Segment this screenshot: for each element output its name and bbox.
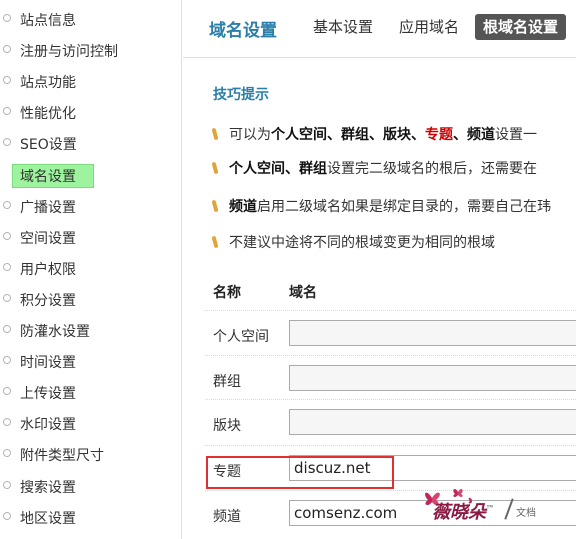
table-row: 频道 bbox=[205, 494, 576, 538]
sidebar-item-label: 广播设置 bbox=[20, 199, 76, 216]
sidebar-item[interactable]: 空间设置 bbox=[0, 226, 182, 250]
table-row: 版块 bbox=[205, 403, 576, 447]
tab-basic-settings[interactable]: 基本设置 bbox=[313, 14, 373, 40]
bullet-icon bbox=[3, 14, 11, 22]
tips-title: 技巧提示 bbox=[213, 87, 269, 103]
sidebar-item[interactable]: 上传设置 bbox=[0, 381, 182, 405]
tip-bullet-icon bbox=[211, 161, 219, 175]
bullet-icon bbox=[3, 45, 11, 54]
sidebar-item-label: 空间设置 bbox=[20, 230, 76, 247]
tip-item: 个人空间、群组设置完二级域名的根后，还需要在 bbox=[211, 158, 537, 180]
bullet-icon bbox=[3, 138, 11, 147]
domain-input[interactable] bbox=[289, 365, 576, 391]
sidebar-item[interactable]: 站点功能 bbox=[0, 70, 182, 94]
tip-text: 、 bbox=[453, 127, 467, 143]
sidebar-item-label: 时间设置 bbox=[20, 355, 76, 372]
sidebar-item-label: 域名设置 bbox=[20, 168, 76, 185]
sidebar-item-label: 站点信息 bbox=[20, 13, 76, 29]
sidebar-item[interactable]: 时间设置 bbox=[0, 350, 182, 374]
domain-input[interactable] bbox=[289, 409, 576, 435]
tip-text: 个人空间、群组 bbox=[229, 161, 327, 177]
bullet-icon bbox=[3, 76, 11, 85]
sidebar-item-label: 性能优化 bbox=[20, 106, 76, 123]
sidebar-item-label: 上传设置 bbox=[20, 386, 76, 403]
bullet-icon bbox=[3, 511, 11, 520]
sidebar-item[interactable]: 用户权限 bbox=[0, 257, 182, 281]
sidebar-item-label: 站点功能 bbox=[20, 75, 76, 92]
sidebar-item-label: 地区设置 bbox=[20, 510, 76, 527]
sidebar-item-label: SEO设置 bbox=[20, 137, 77, 154]
row-divider bbox=[205, 490, 576, 491]
field-label: 频道 bbox=[213, 509, 241, 525]
tip-bullet-icon bbox=[211, 199, 219, 213]
table-header: 名称 域名 bbox=[213, 282, 317, 302]
tab-bar: 域名设置 基本设置 应用域名 根域名设置 bbox=[183, 0, 576, 58]
tip-text: 启用二级域名如果是绑定目录的，需要自己在玮 bbox=[257, 199, 551, 215]
sidebar-item[interactable]: 附件类型尺寸 bbox=[0, 443, 182, 467]
tip-text: 设置完二级域名的根后，还需要在 bbox=[327, 161, 537, 177]
bullet-icon bbox=[3, 449, 11, 458]
tip-text: 频道 bbox=[229, 199, 257, 215]
sidebar-item[interactable]: 防灌水设置 bbox=[0, 319, 182, 343]
domain-input[interactable] bbox=[289, 320, 576, 346]
sidebar-item-label: 注册与访问控制 bbox=[20, 44, 118, 61]
tip-text: 可以为 bbox=[229, 127, 271, 143]
sidebar-item-label: 用户权限 bbox=[20, 261, 76, 278]
sidebar-item[interactable]: 域名设置 bbox=[0, 163, 182, 188]
tip-bullet-icon bbox=[211, 127, 219, 141]
tab-app-domain[interactable]: 应用域名 bbox=[399, 14, 459, 40]
bullet-icon bbox=[3, 418, 11, 427]
bullet-icon bbox=[3, 200, 11, 209]
sidebar-item-label: 防灌水设置 bbox=[20, 324, 90, 340]
page-title: 域名设置 bbox=[209, 21, 277, 41]
bullet-icon bbox=[3, 325, 11, 333]
sidebar-item-label: 搜索设置 bbox=[20, 479, 76, 496]
column-header-name: 名称 bbox=[213, 285, 241, 301]
sidebar-item[interactable]: 站点信息 bbox=[0, 8, 182, 32]
sidebar-item[interactable]: 性能优化 bbox=[0, 101, 182, 125]
row-divider bbox=[205, 310, 576, 311]
tip-text: 个人空间、群组、版块、 bbox=[271, 127, 425, 143]
tip-item: 频道启用二级域名如果是绑定目录的，需要自己在玮 bbox=[211, 196, 551, 218]
bullet-icon bbox=[3, 262, 11, 271]
field-label: 版块 bbox=[213, 418, 241, 434]
table-row: 个人空间 bbox=[205, 314, 576, 358]
tip-text: 专题 bbox=[425, 127, 453, 143]
sidebar-item-label: 积分设置 bbox=[20, 292, 76, 309]
bullet-icon bbox=[3, 387, 11, 396]
bullet-icon bbox=[3, 107, 11, 116]
tab-root-domain-settings[interactable]: 根域名设置 bbox=[475, 14, 567, 40]
row-divider bbox=[205, 399, 576, 400]
sidebar-item-label: 水印设置 bbox=[20, 417, 76, 434]
field-label: 群组 bbox=[213, 374, 241, 390]
column-header-domain: 域名 bbox=[289, 285, 317, 301]
sidebar-item-label: 附件类型尺寸 bbox=[20, 448, 104, 465]
table-row: 群组 bbox=[205, 359, 576, 403]
sidebar-item[interactable]: 广播设置 bbox=[0, 195, 182, 219]
field-label: 个人空间 bbox=[213, 329, 269, 345]
sidebar-item[interactable]: SEO设置 bbox=[0, 132, 182, 156]
tip-bullet-icon bbox=[211, 235, 219, 249]
sidebar-item[interactable]: 积分设置 bbox=[0, 288, 182, 312]
tip-text: 不建议中途将不同的根域变更为相同的根域 bbox=[229, 235, 495, 251]
bullet-icon bbox=[3, 293, 11, 302]
row-divider bbox=[205, 355, 576, 356]
sidebar-item[interactable]: 搜索设置 bbox=[0, 475, 182, 499]
tip-text: 设置一 bbox=[495, 127, 537, 143]
row-divider bbox=[205, 445, 576, 446]
domain-input[interactable] bbox=[289, 500, 576, 526]
sidebar-item[interactable]: 水印设置 bbox=[0, 412, 182, 436]
sidebar: 站点信息注册与访问控制 站点功能性能优化 SEO设置域名设置广播设置空间设置用户权限… bbox=[0, 0, 182, 539]
sidebar-item[interactable]: 地区设置 bbox=[0, 506, 182, 530]
bullet-icon bbox=[3, 480, 11, 489]
tip-text: 频道 bbox=[467, 127, 495, 143]
tip-item: 可以为个人空间、群组、版块、专题、频道设置一 bbox=[211, 124, 537, 146]
tip-item: 不建议中途将不同的根域变更为相同的根域 bbox=[211, 232, 495, 254]
bullet-icon bbox=[3, 231, 11, 240]
sidebar-item[interactable]: 注册与访问控制 bbox=[0, 39, 182, 63]
highlight-annotation-box bbox=[206, 456, 394, 489]
bullet-icon bbox=[3, 356, 11, 365]
